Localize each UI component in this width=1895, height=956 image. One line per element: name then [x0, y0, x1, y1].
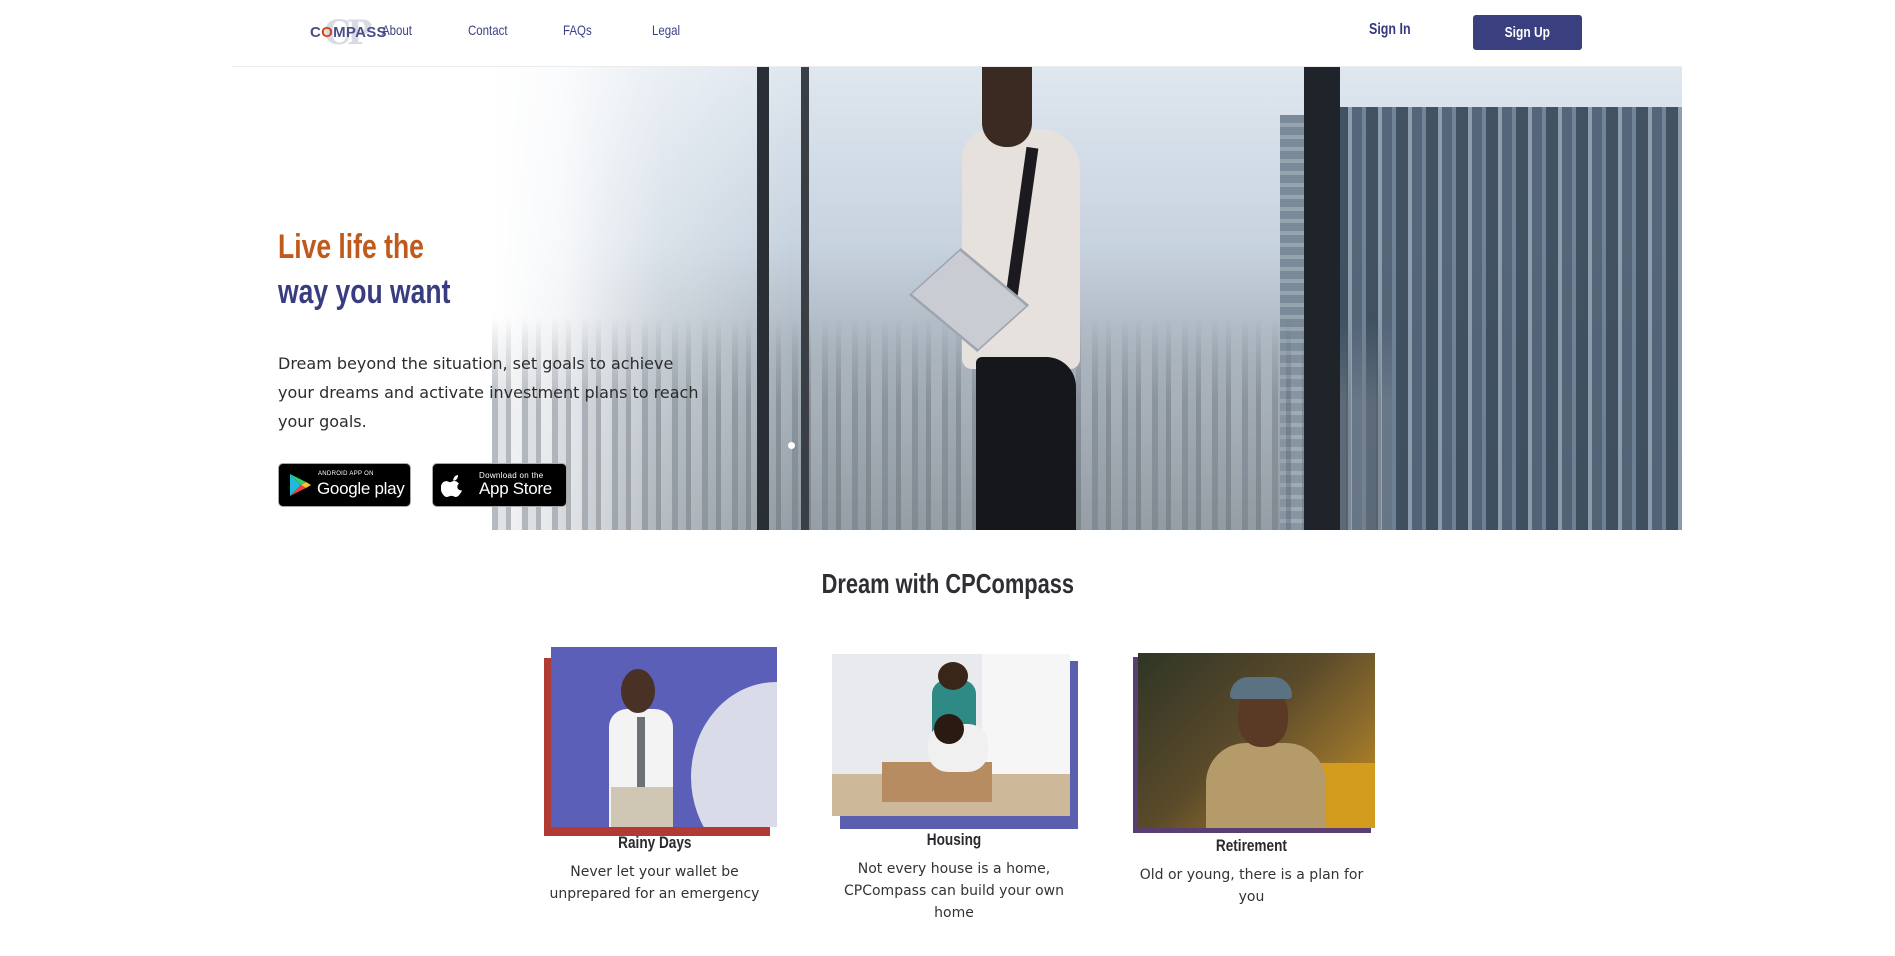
card-housing[interactable]: Housing Not every house is a home, CPCom…: [832, 654, 1078, 934]
nav-link-faqs[interactable]: FAQs: [563, 22, 592, 38]
nav-link-about[interactable]: About: [382, 22, 412, 38]
sign-in-link[interactable]: Sign In: [1369, 21, 1411, 39]
older-man-photo: [1138, 653, 1375, 828]
google-play-badge[interactable]: ANDROID APP ON Google play: [278, 463, 411, 507]
card-rainy-days[interactable]: Rainy Days Never let your wallet be unpr…: [544, 647, 779, 907]
card-description: Not every house is a home, CPCompass can…: [844, 861, 1064, 921]
google-play-small-text: ANDROID APP ON: [318, 471, 374, 477]
window-frame: [1304, 67, 1340, 530]
sign-up-button[interactable]: Sign Up: [1473, 15, 1582, 50]
photo-head: [621, 669, 655, 713]
apple-icon: [441, 475, 462, 497]
hero-headline: Live life the way you want: [278, 225, 450, 315]
section-title: Dream with CPCompass: [821, 568, 1074, 599]
card-retirement[interactable]: Retirement Old or young, there is a plan…: [1133, 653, 1378, 923]
app-store-big-text: App Store: [479, 479, 552, 498]
window-frame: [801, 67, 809, 530]
hero-description: Dream beyond the situation, set goals to…: [278, 354, 699, 431]
hero-headline-line1: Live life the: [278, 228, 424, 266]
photo-pants: [611, 787, 673, 827]
card-description: Old or young, there is a plan for you: [1139, 867, 1364, 905]
photo-jacket: [1206, 743, 1326, 828]
top-navigation: CP COMPASS About Contact FAQs Legal Sign…: [232, 0, 1682, 67]
app-store-badge[interactable]: Download on the App Store: [432, 463, 567, 507]
person-head: [982, 67, 1032, 147]
card-description: Never let your wallet be unprepared for …: [549, 864, 760, 902]
card-title: Housing: [926, 830, 982, 849]
nav-link-contact[interactable]: Contact: [468, 22, 508, 38]
window-frame: [757, 67, 769, 530]
google-play-big-text: Google play: [317, 479, 405, 498]
man-on-phone-photo: [551, 647, 777, 827]
photo-tie: [637, 717, 645, 787]
hero-person: [892, 67, 1112, 530]
logo-text: COMPASS: [310, 24, 387, 41]
photo-cap: [1230, 677, 1292, 699]
card-title: Rainy Days: [617, 833, 692, 852]
photo-woman-head: [934, 714, 964, 744]
google-play-icon: [290, 474, 311, 496]
nav-link-legal[interactable]: Legal: [652, 22, 680, 38]
carousel-indicator-dot[interactable]: [788, 442, 795, 449]
couple-moving-photo: [832, 654, 1070, 816]
person-pants: [976, 357, 1076, 530]
card-title: Retirement: [1215, 836, 1288, 855]
photo-arc: [691, 682, 777, 827]
hero-headline-line2: way you want: [278, 273, 451, 311]
photo-man-head: [938, 662, 968, 690]
hero-banner: Live life the way you want Dream beyond …: [232, 67, 1682, 530]
